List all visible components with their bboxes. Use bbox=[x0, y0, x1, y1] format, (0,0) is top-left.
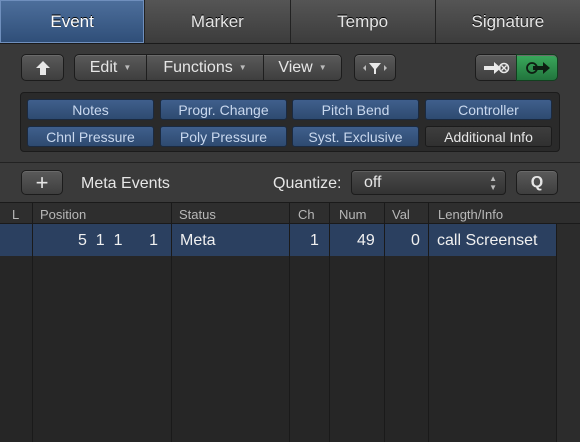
midi-in-button[interactable] bbox=[516, 54, 558, 81]
functions-menu-label: Functions bbox=[163, 58, 233, 76]
quantize-value: off bbox=[364, 173, 382, 191]
plus-icon: + bbox=[35, 169, 49, 195]
header-l[interactable]: L bbox=[12, 207, 19, 222]
column-divider bbox=[171, 202, 172, 442]
filter-controller[interactable]: Controller bbox=[425, 99, 552, 120]
functions-menu[interactable]: Functions ▼ bbox=[147, 55, 264, 80]
tab-event[interactable]: Event bbox=[0, 0, 146, 43]
header-position[interactable]: Position bbox=[40, 207, 86, 222]
up-arrow-button[interactable] bbox=[21, 54, 64, 81]
edit-menu-label: Edit bbox=[89, 58, 118, 76]
midi-out-button[interactable] bbox=[475, 54, 517, 81]
meta-events-bar: + Meta Events Quantize: off ▲ ▼ Q bbox=[0, 162, 580, 202]
event-type-title: Meta Events bbox=[81, 175, 170, 192]
column-divider bbox=[32, 202, 33, 442]
filter-poly-pressure[interactable]: Poly Pressure bbox=[160, 126, 287, 147]
quantize-button-label: Q bbox=[530, 173, 544, 191]
filter-program-change[interactable]: Progr. Change bbox=[160, 99, 287, 120]
filter-pitch-bend[interactable]: Pitch Bend bbox=[292, 99, 419, 120]
filter-additional-info[interactable]: Additional Info bbox=[425, 126, 552, 147]
column-divider bbox=[428, 202, 429, 442]
header-status[interactable]: Status bbox=[179, 207, 216, 222]
filter-system-exclusive[interactable]: Syst. Exclusive bbox=[292, 126, 419, 147]
tab-marker[interactable]: Marker bbox=[145, 0, 291, 43]
header-num[interactable]: Num bbox=[339, 207, 366, 222]
header-val[interactable]: Val bbox=[392, 207, 410, 222]
filter-button[interactable] bbox=[354, 54, 396, 81]
tab-signature[interactable]: Signature bbox=[436, 0, 580, 43]
tab-tempo[interactable]: Tempo bbox=[291, 0, 436, 43]
quantize-label: Quantize: bbox=[273, 175, 342, 192]
chevron-down-icon: ▼ bbox=[318, 63, 327, 72]
header-length-info[interactable]: Length/Info bbox=[438, 207, 503, 222]
event-list-toolbar-panel: Edit ▼ Functions ▼ View ▼ Notes Progr. C… bbox=[0, 44, 580, 162]
midi-in-arrow-icon bbox=[526, 61, 550, 74]
header-channel[interactable]: Ch bbox=[298, 207, 315, 222]
view-menu-label: View bbox=[278, 58, 313, 76]
table-row[interactable]: 5 1 1 1 Meta 1 49 0 call Screenset bbox=[0, 224, 556, 256]
quantize-select[interactable]: off ▲ ▼ bbox=[351, 170, 506, 195]
up-down-arrows-icon: ▲ ▼ bbox=[489, 174, 497, 192]
event-table-header: L Position Status Ch Num Val Length/Info bbox=[0, 202, 580, 224]
up-arrow-icon bbox=[35, 60, 50, 75]
chevron-down-icon: ▼ bbox=[123, 63, 132, 72]
event-type-filter-group: Notes Progr. Change Pitch Bend Controlle… bbox=[20, 92, 560, 152]
filter-funnel-icon bbox=[363, 62, 387, 74]
filter-channel-pressure[interactable]: Chnl Pressure bbox=[27, 126, 154, 147]
view-menu[interactable]: View ▼ bbox=[264, 55, 341, 80]
add-event-button[interactable]: + bbox=[21, 170, 63, 195]
event-table: 5 1 1 1 Meta 1 49 0 call Screenset bbox=[0, 224, 580, 442]
midi-out-arrow-icon bbox=[484, 61, 510, 74]
chevron-down-icon: ▼ bbox=[238, 63, 247, 72]
toolbar: Edit ▼ Functions ▼ View ▼ bbox=[0, 54, 580, 82]
row-val: 0 bbox=[411, 232, 420, 249]
edit-menu[interactable]: Edit ▼ bbox=[75, 55, 147, 80]
filter-notes[interactable]: Notes bbox=[27, 99, 154, 120]
menu-segment: Edit ▼ Functions ▼ View ▼ bbox=[74, 54, 342, 81]
quantize-button[interactable]: Q bbox=[516, 170, 558, 195]
column-divider bbox=[384, 202, 385, 442]
row-channel: 1 bbox=[310, 232, 319, 249]
column-divider bbox=[289, 202, 290, 442]
row-status: Meta bbox=[180, 232, 216, 249]
tab-bar: Event Marker Tempo Signature bbox=[0, 0, 580, 44]
row-num: 49 bbox=[357, 232, 375, 249]
row-info: call Screenset bbox=[437, 232, 538, 249]
vertical-scrollbar[interactable] bbox=[556, 224, 580, 442]
column-divider bbox=[329, 202, 330, 442]
row-position: 5 1 1 1 bbox=[78, 232, 159, 249]
